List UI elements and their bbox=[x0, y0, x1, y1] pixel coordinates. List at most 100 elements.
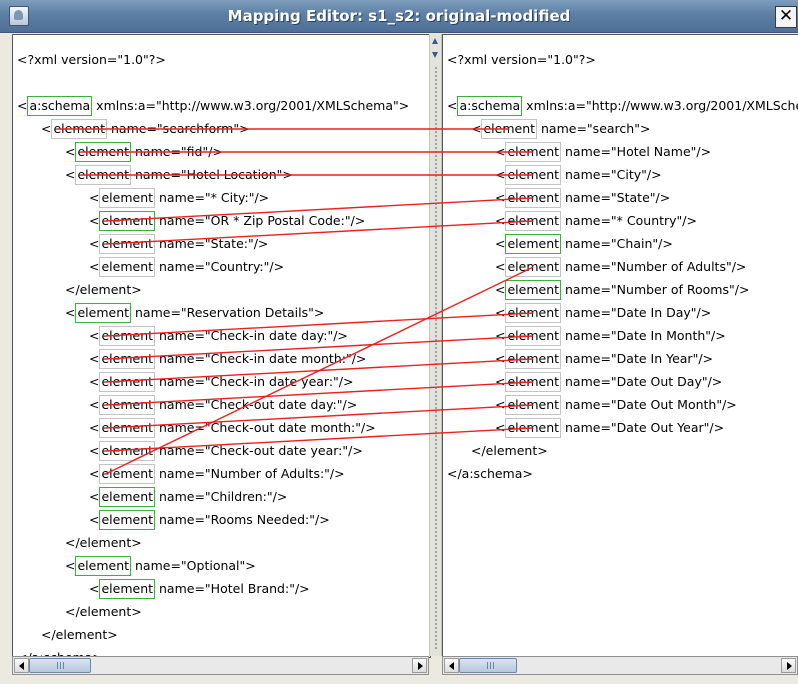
tag-attributes: name="Hotel Name"/> bbox=[561, 144, 712, 159]
tag-attributes: name="Number of Rooms"/> bbox=[561, 282, 750, 297]
tag-attributes: name="Rooms Needed:"/> bbox=[155, 512, 330, 527]
left-xml-line: < a:schema xmlns:a="http://www.w3.org/200… bbox=[17, 96, 409, 116]
tag-attributes: name="Check-out date day:"/> bbox=[155, 397, 358, 412]
tag-open-bracket: < bbox=[495, 259, 506, 274]
left-element-tag[interactable]: element bbox=[75, 303, 132, 323]
tag-open-bracket: < bbox=[17, 98, 28, 113]
tag-open-bracket: < bbox=[495, 213, 506, 228]
left-element-tag[interactable]: element bbox=[99, 326, 156, 346]
tag-attributes: name="Date Out Year"/> bbox=[561, 420, 725, 435]
collapse-right-icon[interactable] bbox=[432, 52, 438, 58]
tag-open-bracket: < bbox=[89, 512, 100, 527]
tag-attributes: name="Hotel Brand:"/> bbox=[155, 581, 310, 596]
left-element-tag[interactable]: element bbox=[99, 188, 156, 208]
tag-attributes: xmlns:a="http://www.w3.org/2001/XMLSchem… bbox=[92, 98, 410, 113]
right-element-tag[interactable]: a:schema bbox=[457, 96, 523, 116]
scroll-left-button[interactable] bbox=[444, 658, 459, 673]
right-xml-line: < element name="Date In Day"/> bbox=[495, 303, 711, 323]
tag-attributes: name="Chain"/> bbox=[561, 236, 673, 251]
tag-open-bracket: < bbox=[495, 420, 506, 435]
tag-open-bracket: < bbox=[89, 351, 100, 366]
tag-open-bracket: < bbox=[495, 190, 506, 205]
right-element-tag[interactable]: element bbox=[505, 257, 562, 277]
left-element-tag[interactable]: element bbox=[99, 418, 156, 438]
right-element-tag[interactable]: element bbox=[505, 372, 562, 392]
left-xml-line: < element name="Check-in date year:"/> bbox=[89, 372, 353, 392]
tag-open-bracket: < bbox=[495, 167, 506, 182]
right-element-tag[interactable]: element bbox=[505, 142, 562, 162]
left-element-tag[interactable]: element bbox=[99, 349, 156, 369]
tag-attributes: name="Date In Day"/> bbox=[561, 305, 712, 320]
right-element-tag[interactable]: element bbox=[505, 165, 562, 185]
source-schema-pane[interactable]: <?xml version="1.0"?> < a:schema xmlns:a="… bbox=[12, 34, 431, 658]
left-element-tag[interactable]: element bbox=[75, 165, 132, 185]
right-xml-line: < element name="Date In Year"/> bbox=[495, 349, 713, 369]
right-element-tag[interactable]: element bbox=[505, 349, 562, 369]
tag-attributes: name="State"/> bbox=[561, 190, 671, 205]
left-element-tag[interactable]: element bbox=[99, 441, 156, 461]
tag-attributes: name="search"> bbox=[537, 121, 651, 136]
left-element-tag[interactable]: element bbox=[99, 579, 156, 599]
left-element-tag[interactable]: element bbox=[99, 464, 156, 484]
scroll-thumb[interactable] bbox=[459, 658, 517, 673]
tag-attributes: name="Check-in date year:"/> bbox=[155, 374, 354, 389]
collapse-left-icon[interactable] bbox=[432, 38, 438, 44]
left-element-tag[interactable]: element bbox=[75, 556, 132, 576]
right-element-tag[interactable]: element bbox=[505, 280, 562, 300]
right-element-tag[interactable]: element bbox=[505, 188, 562, 208]
left-element-tag[interactable]: element bbox=[99, 234, 156, 254]
left-element-tag[interactable]: element bbox=[99, 510, 156, 530]
target-schema-pane[interactable]: <?xml version="1.0"?> < a:schema xmlns:a="… bbox=[442, 34, 798, 658]
right-element-tag[interactable]: element bbox=[505, 326, 562, 346]
left-element-tag[interactable]: element bbox=[75, 142, 132, 162]
left-element-tag[interactable]: element bbox=[99, 487, 156, 507]
right-xml-line: < element name="Chain"/> bbox=[495, 234, 673, 254]
right-element-tag[interactable]: element bbox=[505, 303, 562, 323]
scroll-left-button[interactable] bbox=[14, 658, 29, 673]
left-xml-line: < element name="Check-out date day:"/> bbox=[89, 395, 357, 415]
tag-open-bracket: < bbox=[495, 305, 506, 320]
right-xml-line: < element name="Date In Month"/> bbox=[495, 326, 726, 346]
left-xml-line: </element> bbox=[65, 604, 142, 619]
tag-attributes: name="Check-in date day:"/> bbox=[155, 328, 348, 343]
tag-open-bracket: < bbox=[65, 558, 76, 573]
right-element-tag[interactable]: element bbox=[481, 119, 538, 139]
right-xml-line: </element> bbox=[471, 443, 548, 458]
right-element-tag[interactable]: element bbox=[505, 234, 562, 254]
close-button[interactable]: ✕ bbox=[775, 6, 797, 28]
tag-attributes: name="fid"/> bbox=[131, 144, 223, 159]
left-element-tag[interactable]: element bbox=[99, 372, 156, 392]
tag-open-bracket: < bbox=[89, 420, 100, 435]
right-xml-line: < element name="search"> bbox=[471, 119, 650, 139]
split-pane-divider[interactable] bbox=[429, 34, 442, 656]
tag-open-bracket: < bbox=[447, 98, 458, 113]
divider-grip[interactable] bbox=[434, 66, 438, 650]
right-element-tag[interactable]: element bbox=[505, 211, 562, 231]
right-xml-line: < element name="* Country"/> bbox=[495, 211, 697, 231]
left-xml-line: < element name="Rooms Needed:"/> bbox=[89, 510, 330, 530]
tag-attributes: name="Children:"/> bbox=[155, 489, 288, 504]
left-xml-line: < element name="Check-out date month:"/> bbox=[89, 418, 376, 438]
left-horizontal-scrollbar[interactable] bbox=[12, 656, 429, 675]
left-xml-line: < element name="Country:"/> bbox=[89, 257, 284, 277]
tag-attributes: name="Date Out Day"/> bbox=[561, 374, 723, 389]
left-element-tag[interactable]: a:schema bbox=[27, 96, 93, 116]
tag-attributes: name="State:"/> bbox=[155, 236, 269, 251]
left-element-tag[interactable]: element bbox=[51, 119, 108, 139]
scroll-right-button[interactable] bbox=[781, 658, 796, 673]
scroll-right-button[interactable] bbox=[412, 658, 427, 673]
left-xml-line: < element name="State:"/> bbox=[89, 234, 268, 254]
left-element-tag[interactable]: element bbox=[99, 395, 156, 415]
right-horizontal-scrollbar[interactable] bbox=[442, 656, 798, 675]
scroll-thumb[interactable] bbox=[29, 658, 91, 673]
left-element-tag[interactable]: element bbox=[99, 257, 156, 277]
tag-attributes: name="Hotel Location"> bbox=[131, 167, 293, 182]
right-xml-line: < element name="Number of Rooms"/> bbox=[495, 280, 749, 300]
right-element-tag[interactable]: element bbox=[505, 418, 562, 438]
tag-attributes: name="Date Out Month"/> bbox=[561, 397, 737, 412]
tag-attributes: name="Check-out date year:"/> bbox=[155, 443, 363, 458]
left-xml-line: < element name="Number of Adults:"/> bbox=[89, 464, 345, 484]
left-xml-line: < element name="fid"/> bbox=[65, 142, 223, 162]
left-element-tag[interactable]: element bbox=[99, 211, 156, 231]
right-element-tag[interactable]: element bbox=[505, 395, 562, 415]
